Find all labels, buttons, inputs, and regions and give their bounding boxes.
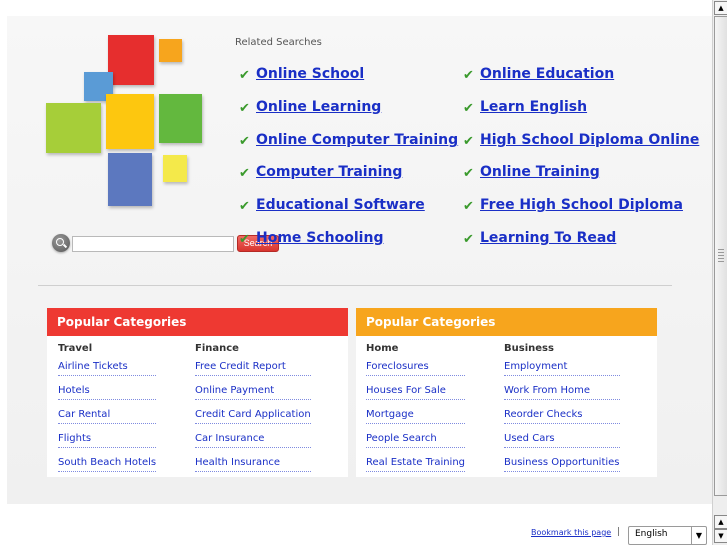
category-column-title: Business [504,343,554,354]
category-column: Travel Airline Tickets Hotels Car Rental… [58,342,157,480]
logo-square-navy [108,153,152,206]
related-searches-title: Related Searches [235,37,322,48]
category-header: Popular Categories [356,308,657,336]
check-icon: ✔ [239,232,250,247]
category-link[interactable]: South Beach Hotels [58,456,157,472]
logo-square-red [108,35,154,85]
related-link[interactable]: High School Diploma Online [480,132,699,148]
footer-separator: | [617,527,621,537]
logo-square-green [159,94,202,143]
related-link[interactable]: Free High School Diploma [480,197,683,213]
logo-square-pale-yellow [163,155,187,182]
check-icon: ✔ [239,199,250,214]
related-link[interactable]: Online Training [480,164,600,180]
related-link[interactable]: Home Schooling [256,230,383,246]
check-icon: ✔ [239,166,250,181]
category-link[interactable]: Mortgage [366,408,466,424]
related-link[interactable]: Learn English [480,99,587,115]
scroll-up-arrow-icon[interactable]: ▲ [714,1,727,15]
category-link[interactable]: Credit Card Application [195,408,311,424]
check-icon: ✔ [463,199,474,214]
popular-categories-box: Popular Categories Home Foreclosures Hou… [356,308,657,477]
logo-square-lime [46,103,101,153]
search-input[interactable] [72,236,234,252]
search-bar: Search [52,234,279,252]
category-link[interactable]: People Search [366,432,466,448]
category-link[interactable]: Airline Tickets [58,360,157,376]
check-icon: ✔ [463,68,474,83]
scroll-down-arrow-icon[interactable]: ▼ [714,529,727,543]
category-link[interactable]: Used Cars [504,432,620,448]
category-link[interactable]: Foreclosures [366,360,466,376]
related-link[interactable]: Online Learning [256,99,381,115]
language-value: English [635,529,668,539]
language-select[interactable]: English ▼ [628,526,707,545]
related-link[interactable]: Online Education [480,66,614,82]
category-header: Popular Categories [47,308,348,336]
check-icon: ✔ [463,101,474,116]
check-icon: ✔ [463,134,474,149]
category-column-title: Finance [195,343,239,354]
grip-icon [718,249,724,263]
category-link[interactable]: Reorder Checks [504,408,620,424]
category-link[interactable]: Car Insurance [195,432,311,448]
related-link[interactable]: Computer Training [256,164,402,180]
scrollbar-thumb[interactable] [714,16,727,496]
related-link[interactable]: Online School [256,66,364,82]
related-link[interactable]: Learning To Read [480,230,616,246]
category-link[interactable]: Car Rental [58,408,157,424]
category-column-title: Travel [58,343,93,354]
popular-categories-box: Popular Categories Travel Airline Ticket… [47,308,348,477]
check-icon: ✔ [239,101,250,116]
related-link[interactable]: Educational Software [256,197,425,213]
check-icon: ✔ [239,68,250,83]
category-link[interactable]: Houses For Sale [366,384,466,400]
category-link[interactable]: Real Estate Training [366,456,466,472]
category-column: Finance Free Credit Report Online Paymen… [195,342,311,480]
category-link[interactable]: Health Insurance [195,456,311,472]
vertical-scrollbar[interactable]: ▲ ▲ ▼ [712,0,727,545]
category-link[interactable]: Work From Home [504,384,620,400]
magnifier-icon[interactable] [52,234,70,252]
logo-square-yellow [106,94,154,149]
category-link[interactable]: Employment [504,360,620,376]
category-column-title: Home [366,343,399,354]
section-divider [38,285,672,286]
category-link[interactable]: Online Payment [195,384,311,400]
top-bar [0,0,712,16]
category-column: Business Employment Work From Home Reord… [504,342,620,480]
logo-square-orange [159,39,182,62]
category-link[interactable]: Free Credit Report [195,360,311,376]
category-column: Home Foreclosures Houses For Sale Mortga… [366,342,466,480]
scroll-up-arrow-icon[interactable]: ▲ [714,515,727,529]
related-link[interactable]: Online Computer Training [256,132,458,148]
category-link[interactable]: Business Opportunities [504,456,620,472]
check-icon: ✔ [463,166,474,181]
category-link[interactable]: Flights [58,432,157,448]
category-link[interactable]: Hotels [58,384,157,400]
check-icon: ✔ [463,232,474,247]
chevron-down-icon[interactable]: ▼ [691,527,706,544]
bookmark-link[interactable]: Bookmark this page [531,528,611,537]
check-icon: ✔ [239,134,250,149]
